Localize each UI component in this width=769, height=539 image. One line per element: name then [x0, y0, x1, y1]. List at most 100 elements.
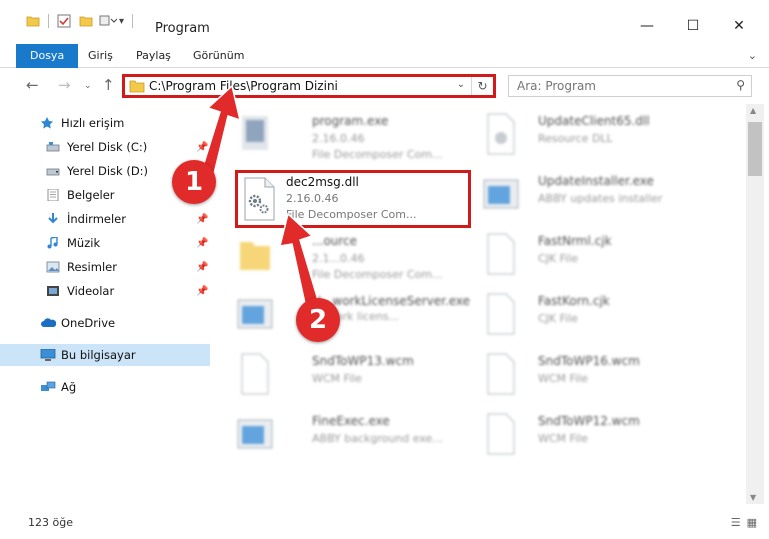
file-item[interactable]: SndToWP12.wcm WCM File: [482, 408, 717, 464]
maximize-button[interactable]: ☐: [670, 12, 716, 40]
pin-icon[interactable]: 📌: [196, 262, 208, 273]
dropdown-arrow-icon[interactable]: ▾: [119, 16, 124, 27]
file-item[interactable]: FastKorn.cjk CJK File: [482, 288, 717, 344]
sidebar-item-this-pc[interactable]: Bu bilgisayar: [0, 344, 210, 366]
sidebar-item-downloads[interactable]: İndirmeler 📌: [0, 208, 210, 230]
file-item[interactable]: program.exe 2.16.0.46 File Decomposer Co…: [236, 108, 471, 164]
sidebar-item-label: Yerel Disk (D:): [67, 164, 149, 178]
file-type: CJK File: [538, 312, 579, 325]
callout-badge-1: 1: [172, 160, 216, 204]
file-description: File Decomposer Com...: [312, 148, 443, 161]
chevron-down-icon[interactable]: ⌄: [748, 49, 757, 62]
music-icon: [46, 236, 60, 249]
document-file-icon: [487, 353, 515, 395]
file-description: File Decomposer Com...: [286, 208, 417, 221]
pin-icon[interactable]: 📌: [196, 238, 208, 249]
file-item[interactable]: ...ource 2.1...0.46 File Decomposer Com.…: [236, 228, 471, 284]
file-name: ...ource: [312, 234, 358, 248]
scroll-up-icon[interactable]: ▲: [750, 106, 756, 115]
toolbar-divider: [48, 14, 49, 28]
file-item[interactable]: FastNrml.cjk CJK File: [482, 228, 717, 284]
sidebar-item-videos[interactable]: Videolar 📌: [0, 280, 210, 302]
search-box[interactable]: ⚲: [508, 75, 752, 97]
vertical-scrollbar[interactable]: ▲ ▼: [746, 104, 764, 504]
sidebar-item-label: Belgeler: [67, 188, 115, 202]
details-view-icon[interactable]: ☰: [731, 516, 741, 529]
highlighted-file-item[interactable]: dec2msg.dll 2.16.0.46 File Decomposer Co…: [235, 170, 471, 228]
dll-gear-file-icon: [244, 177, 275, 221]
tab-file[interactable]: Dosya: [16, 44, 79, 68]
file-description: ABBY updates installer: [538, 192, 663, 205]
file-item[interactable]: N...workLicenseServer.exe ...twork licen…: [236, 288, 471, 344]
scroll-thumb[interactable]: [748, 122, 762, 176]
document-file-icon: [241, 353, 269, 395]
sidebar-item-label: Müzik: [67, 236, 101, 250]
explorer-window: ▾ Program — ☐ ✕ Dosya Giriş Paylaş Görün…: [0, 0, 769, 539]
sidebar-item-local-disk-c[interactable]: Yerel Disk (C:) 📌: [0, 136, 210, 158]
sidebar-item-label: Bu bilgisayar: [61, 348, 136, 362]
folder-icon[interactable]: [26, 14, 40, 28]
search-input[interactable]: [509, 76, 719, 96]
file-description: ABBY background exe...: [312, 432, 443, 445]
file-name: program.exe: [312, 114, 389, 128]
window-title: Program: [155, 21, 210, 36]
file-name: UpdateInstaller.exe: [538, 174, 654, 188]
tab-view[interactable]: Görünüm: [193, 44, 244, 68]
star-icon: [40, 117, 54, 129]
file-name: SndToWP12.wcm: [538, 414, 640, 428]
file-item[interactable]: FineExec.exe ABBY background exe...: [236, 408, 471, 464]
properties-icon[interactable]: [57, 14, 71, 28]
quick-access-toolbar: ▾: [26, 14, 141, 28]
file-name: SndToWP16.wcm: [538, 354, 640, 368]
sidebar-item-label: Yerel Disk (C:): [67, 140, 148, 154]
refresh-icon[interactable]: ↻: [471, 77, 493, 95]
file-type: WCM File: [312, 372, 362, 385]
scroll-down-icon[interactable]: ▼: [750, 493, 756, 502]
pin-icon[interactable]: 📌: [196, 286, 208, 297]
forward-arrow-icon[interactable]: →: [58, 76, 71, 94]
file-description: File Decomposer Com...: [312, 268, 443, 281]
tab-home[interactable]: Giriş: [88, 44, 113, 68]
sidebar-item-network[interactable]: Ağ: [0, 376, 210, 398]
file-item[interactable]: UpdateClient65.dll Resource DLL: [482, 108, 717, 164]
minimize-button[interactable]: —: [624, 12, 670, 40]
recent-locations-icon[interactable]: ⌄: [84, 81, 92, 91]
back-arrow-icon[interactable]: ←: [26, 76, 39, 94]
customize-icon[interactable]: [99, 14, 117, 28]
up-arrow-icon[interactable]: ↑: [102, 76, 115, 94]
sidebar-item-onedrive[interactable]: OneDrive: [0, 312, 210, 334]
file-version: 2.16.0.46: [312, 132, 365, 145]
chevron-down-icon[interactable]: ⌄: [457, 79, 465, 90]
address-bar[interactable]: C:\Program Files\Program Dizini ⌄ ↻: [122, 74, 496, 98]
network-icon: [40, 381, 56, 393]
file-type: WCM File: [538, 432, 588, 445]
search-icon[interactable]: ⚲: [736, 78, 745, 92]
sidebar-item-pictures[interactable]: Resimler 📌: [0, 256, 210, 278]
drive-icon: [46, 165, 60, 177]
file-name: UpdateClient65.dll: [538, 114, 650, 128]
pictures-icon: [46, 261, 60, 273]
cloud-icon: [40, 317, 57, 329]
pin-icon[interactable]: 📌: [196, 142, 208, 153]
status-bar: 123 öğe ☰ ▦: [0, 506, 769, 539]
file-item[interactable]: UpdateInstaller.exe ABBY updates install…: [482, 168, 717, 224]
title-bar: ▾ Program — ☐ ✕: [0, 0, 769, 40]
file-name: dec2msg.dll: [286, 175, 359, 189]
tab-share[interactable]: Paylaş: [136, 44, 171, 68]
sidebar-item-music[interactable]: Müzik 📌: [0, 232, 210, 254]
pin-icon[interactable]: 📌: [196, 214, 208, 225]
address-path[interactable]: C:\Program Files\Program Dizini: [149, 79, 338, 93]
document-file-icon: [487, 293, 515, 335]
large-icons-view-icon[interactable]: ▦: [747, 516, 757, 529]
file-item[interactable]: SndToWP13.wcm WCM File: [236, 348, 471, 404]
close-button[interactable]: ✕: [716, 12, 762, 40]
file-type: Resource DLL: [538, 132, 613, 145]
videos-icon: [46, 285, 60, 297]
sidebar-item-quick-access[interactable]: Hızlı erişim: [0, 112, 210, 134]
sidebar-item-label: Resimler: [67, 260, 117, 274]
dll-file-icon: [487, 113, 515, 155]
document-file-icon: [487, 413, 515, 455]
file-item[interactable]: SndToWP16.wcm WCM File: [482, 348, 717, 404]
new-folder-icon[interactable]: [79, 14, 93, 28]
exe-file-icon: [242, 116, 268, 150]
